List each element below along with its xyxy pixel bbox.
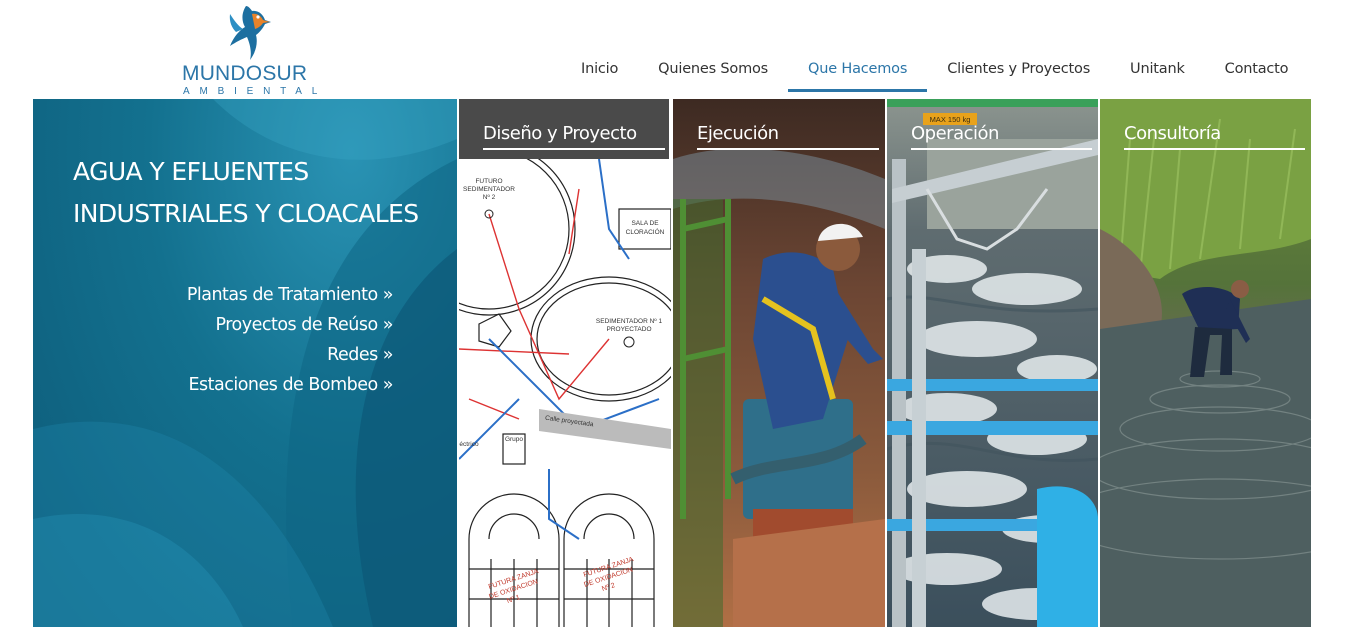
link-estaciones-de-bombeo[interactable]: Estaciones de Bombeo » xyxy=(187,370,393,400)
panel-title-ejecucion: Ejecución xyxy=(697,123,779,144)
hero-title-line-1: AGUA Y EFLUENTES xyxy=(73,157,309,186)
brand-name: MUNDOSUR xyxy=(182,62,308,85)
panel-consultoria[interactable]: Consultoría xyxy=(1100,99,1311,627)
plan-label-futuro: FUTURO xyxy=(475,178,502,185)
hero-intro-panel: AGUA Y EFLUENTES INDUSTRIALES Y CLOACALE… xyxy=(33,99,457,627)
plan-label-electrico: éctrico xyxy=(459,441,479,448)
aeration-tank-image: MAX 150 kg xyxy=(887,99,1098,627)
plan-label-sedimentador-n1: SEDIMENTADOR Nº 1 xyxy=(596,318,663,325)
panel-title-underline xyxy=(697,148,879,150)
plan-label-grupo: Grupo xyxy=(505,436,523,443)
nav-item-unitank[interactable]: Unitank xyxy=(1110,50,1205,92)
nav-item-quienes-somos[interactable]: Quienes Somos xyxy=(638,50,788,92)
panel-ejecucion[interactable]: Ejecución xyxy=(673,99,885,627)
plan-label-n2: Nº 2 xyxy=(483,194,496,201)
hero-title: AGUA Y EFLUENTES INDUSTRIALES Y CLOACALE… xyxy=(73,151,433,235)
brand-tagline: AMBIENTAL xyxy=(183,86,328,97)
link-plantas-de-tratamiento[interactable]: Plantas de Tratamiento » xyxy=(187,280,394,310)
panel-diseno-y-proyecto[interactable]: FUTURO SEDIMENTADOR Nº 2 SALA DE CLORACI… xyxy=(459,99,671,627)
plan-label-sala-de: SALA DE xyxy=(631,220,659,227)
plan-label-cloracion: CLORACIÓN xyxy=(626,227,665,236)
panel-title-underline xyxy=(483,148,665,150)
logo[interactable]: MUNDOSUR AMBIENTAL xyxy=(180,2,317,98)
plan-label-proyectado: PROYECTADO xyxy=(606,326,651,333)
panel-title-underline xyxy=(1124,148,1305,150)
nav-item-inicio[interactable]: Inicio xyxy=(561,50,638,92)
nav-item-que-hacemos[interactable]: Que Hacemos xyxy=(788,50,928,92)
hero-section: AGUA Y EFLUENTES INDUSTRIALES Y CLOACALE… xyxy=(33,99,1311,627)
hero-title-line-2: INDUSTRIALES Y CLOACALES xyxy=(73,199,419,228)
panel-title-underline xyxy=(911,148,1092,150)
main-nav: Inicio Quienes Somos Que Hacemos Cliente… xyxy=(561,50,1308,92)
plan-label-sedimentador: SEDIMENTADOR xyxy=(463,186,515,193)
panel-title-operacion: Operación xyxy=(911,123,999,144)
panel-title-consultoria: Consultoría xyxy=(1124,123,1221,144)
panel-title-diseno: Diseño y Proyecto xyxy=(483,123,637,144)
blueprint-image: FUTURO SEDIMENTADOR Nº 2 SALA DE CLORACI… xyxy=(459,99,671,627)
nav-item-contacto[interactable]: Contacto xyxy=(1205,50,1309,92)
river-sampling-image xyxy=(1100,99,1311,627)
panel-operacion[interactable]: MAX 150 kg Operación xyxy=(887,99,1098,627)
service-links: Plantas de Tratamiento » Proyectos de Re… xyxy=(187,280,394,400)
nav-item-clientes-y-proyectos[interactable]: Clientes y Proyectos xyxy=(927,50,1110,92)
link-proyectos-de-reuso[interactable]: Proyectos de Reúso » xyxy=(187,310,393,340)
construction-worker-image xyxy=(673,99,885,627)
link-redes[interactable]: Redes » xyxy=(187,340,393,370)
kingfisher-bird-icon xyxy=(229,6,271,60)
